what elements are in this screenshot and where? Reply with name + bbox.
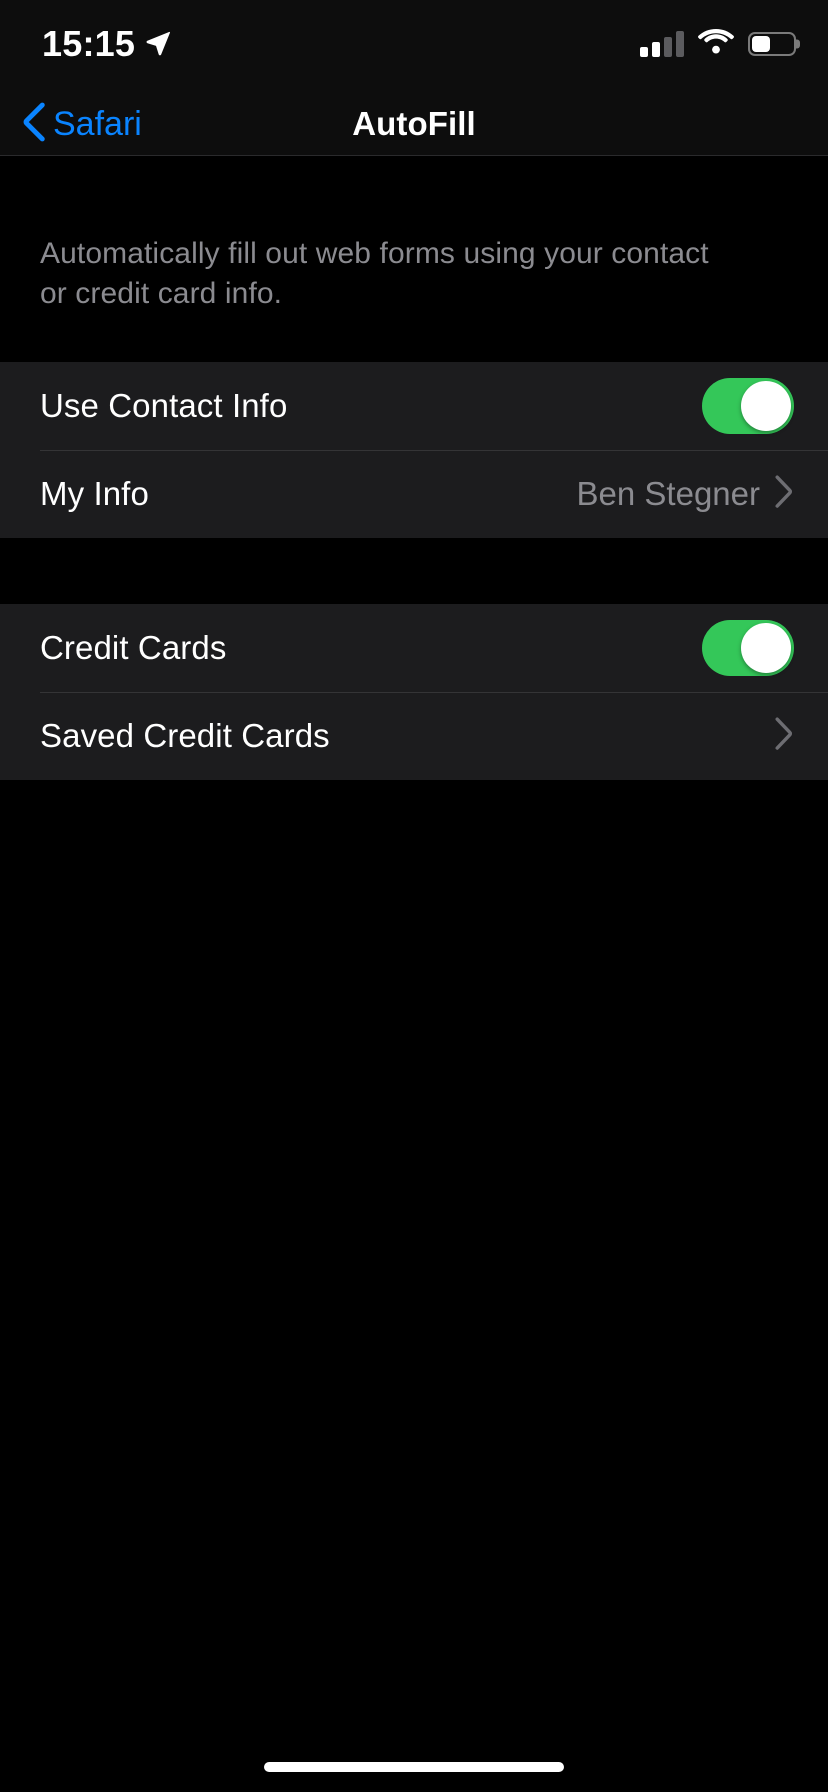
settings-group-contact-info: Use Contact Info My Info Ben Stegner (0, 362, 828, 538)
location-arrow-icon (144, 29, 172, 62)
row-label-credit-cards: Credit Cards (40, 629, 227, 666)
row-my-info[interactable]: My Info Ben Stegner (0, 450, 828, 538)
iphone-screen: 15:15 Safari AutoFill Automatically fill… (0, 0, 828, 1792)
toggle-credit-cards[interactable] (702, 620, 794, 676)
status-bar-left: 15:15 (42, 22, 172, 66)
wifi-icon (698, 28, 734, 60)
chevron-right-icon (774, 474, 794, 514)
autofill-description: Automatically fill out web forms using y… (40, 237, 709, 310)
cellular-signal-icon (640, 31, 684, 57)
toggle-use-contact-info[interactable] (702, 378, 794, 434)
chevron-right-icon (774, 716, 794, 756)
status-bar: 15:15 (0, 0, 828, 92)
battery-icon (748, 32, 800, 56)
settings-group-credit-cards: Credit Cards Saved Credit Cards (0, 604, 828, 780)
toggle-knob (741, 623, 791, 673)
row-value-my-info: Ben Stegner (576, 475, 760, 512)
row-label-use-contact-info: Use Contact Info (40, 387, 288, 424)
row-label-my-info: My Info (40, 475, 149, 512)
settings-content: Automatically fill out web forms using y… (0, 156, 828, 1792)
status-bar-clock: 15:15 (42, 23, 136, 64)
row-use-contact-info[interactable]: Use Contact Info (0, 362, 828, 450)
row-saved-credit-cards[interactable]: Saved Credit Cards (0, 692, 828, 780)
home-indicator[interactable] (264, 1762, 564, 1772)
navigation-bar: Safari AutoFill (0, 92, 828, 156)
row-credit-cards[interactable]: Credit Cards (0, 604, 828, 692)
status-bar-right (640, 28, 800, 60)
page-title: AutoFill (352, 105, 476, 142)
row-label-saved-credit-cards: Saved Credit Cards (40, 717, 330, 754)
toggle-knob (741, 381, 791, 431)
